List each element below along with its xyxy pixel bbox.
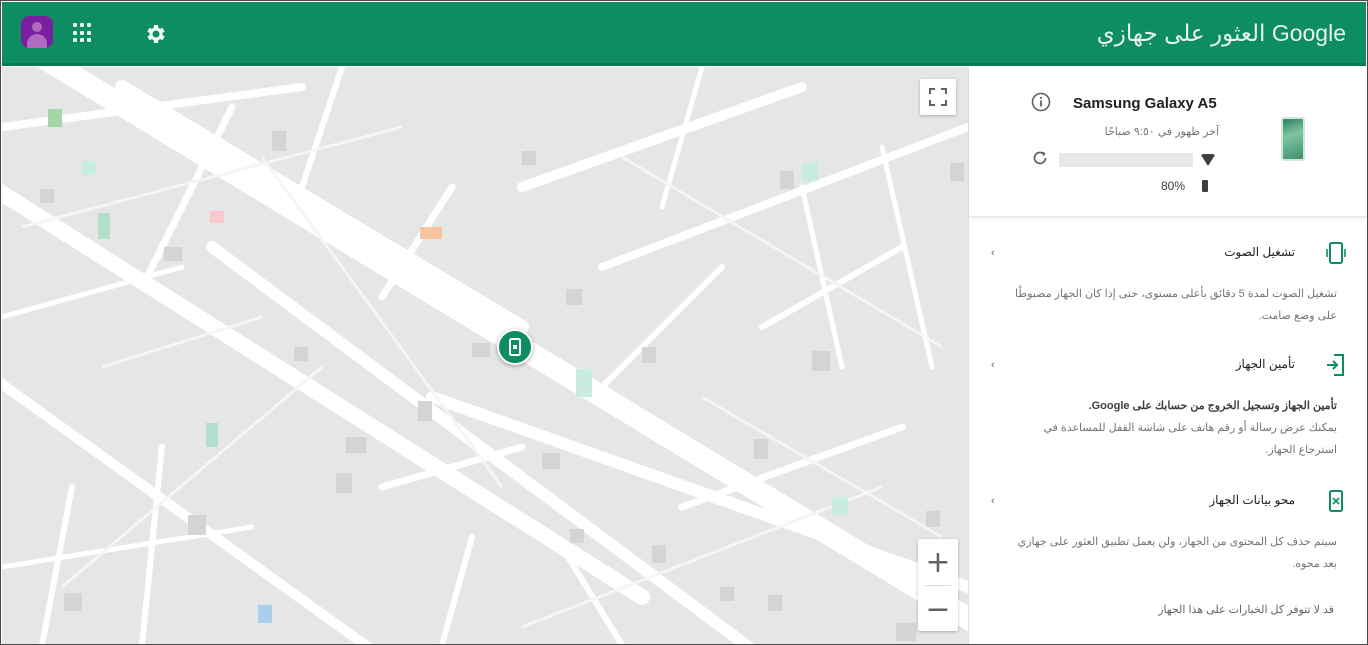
wifi-icon [1201,153,1215,166]
battery-icon [1202,180,1208,192]
settings-gear-icon[interactable] [144,22,168,46]
erase-device-icon [1325,489,1347,513]
chevron-icon[interactable]: › [991,247,995,259]
chevron-icon[interactable]: › [991,359,995,371]
action-description-bold: تأمين الجهاز وتسجيل الخروج من حسابك على … [1088,400,1337,412]
ring-phone-icon [1325,241,1347,265]
battery-level: 80% [1161,179,1186,193]
device-image [1281,117,1305,161]
top-app-bar: Google العثور على جهازي [2,2,1366,66]
zoom-in-button[interactable]: + [918,539,958,585]
network-name [1059,153,1193,167]
apps-grid-icon[interactable] [73,23,93,43]
device-name: Samsung Galaxy A5 [1073,95,1217,112]
chevron-icon[interactable]: › [991,495,995,507]
map-view[interactable]: + − [2,67,968,644]
account-avatar[interactable] [21,16,53,48]
app-title: Google العثور على جهازي [1096,20,1346,46]
phone-location-marker[interactable] [497,329,533,365]
map-streets [2,67,968,644]
action-description: تأمين الجهاز وتسجيل الخروج من حسابك على … [1003,395,1337,461]
info-icon[interactable] [1031,92,1051,112]
lock-device-icon [1325,353,1347,377]
device-panel: Samsung Galaxy A5 آخر ظهور في ٩:٥٠ صباحً… [968,67,1367,644]
app-window: Google العثور على جهازي + − Samsung Gala… [0,0,1368,645]
device-card: Samsung Galaxy A5 آخر ظهور في ٩:٥٠ صباحً… [969,67,1367,217]
bottom-note: قد لا تتوفر كل الخيارات على هذا الجهاز [1158,604,1334,616]
fullscreen-icon [929,88,947,106]
action-description: تشغيل الصوت لمدة 5 دقائق بأعلى مستوى، حت… [1015,288,1337,322]
action-title: محو بيانات الجهاز [1209,493,1295,507]
phone-icon [509,338,521,356]
action-description-rest: يمكنك عرض رسالة أو رقم هاتف على شاشة الق… [1043,422,1337,456]
action-title: تشغيل الصوت [1224,245,1295,259]
fullscreen-button[interactable] [920,79,956,115]
action-description: سيتم حذف كل المحتوى من الجهاز، ولن يعمل … [1017,536,1337,570]
zoom-control: + − [918,539,958,631]
action-title: تأمين الجهاز [1235,357,1295,371]
last-seen-text: آخر ظهور في ٩:٥٠ صباحًا [1104,126,1219,138]
zoom-out-button[interactable]: − [918,586,958,632]
refresh-icon[interactable] [1031,149,1049,167]
